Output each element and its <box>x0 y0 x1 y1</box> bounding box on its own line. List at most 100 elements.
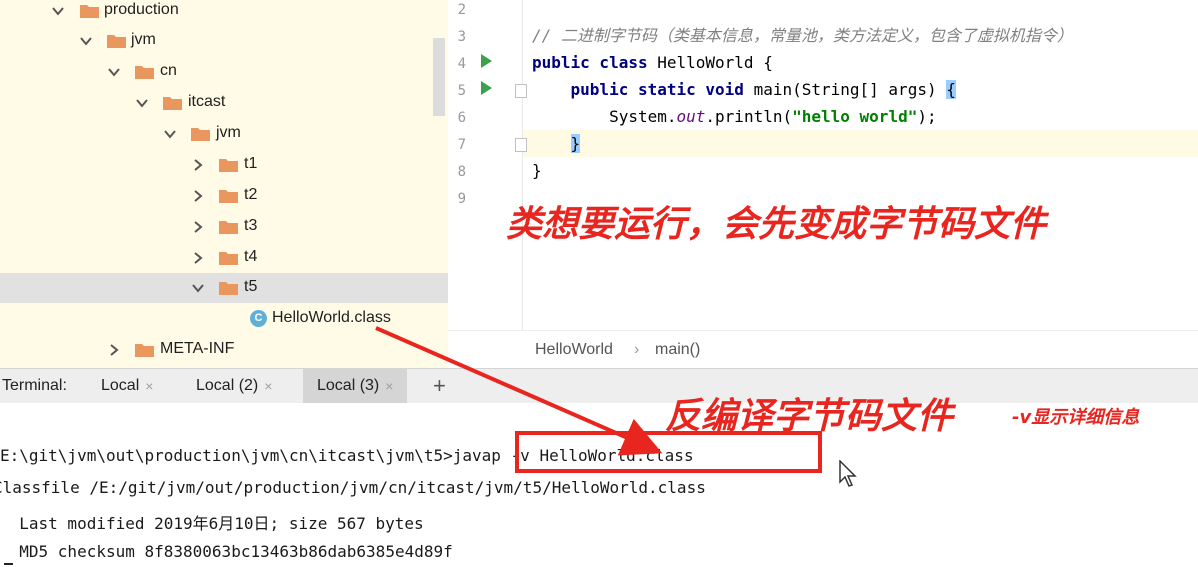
folder-icon <box>107 34 126 48</box>
code-keyword: public class <box>532 53 658 72</box>
tree-item-t4[interactable]: t4 <box>0 243 448 273</box>
chevron-down-icon[interactable] <box>192 282 204 294</box>
tab-local-3[interactable]: Local (3) × <box>303 369 408 403</box>
tree-item-label: cn <box>160 62 177 79</box>
tree-item-label: HelloWorld.class <box>272 309 391 326</box>
add-tab-button[interactable]: + <box>433 369 446 403</box>
matched-brace: { <box>946 80 956 99</box>
chevron-right-icon[interactable] <box>192 221 204 233</box>
chevron-down-icon[interactable] <box>52 5 64 17</box>
code-string: "hello world" <box>792 107 918 126</box>
tree-item-label: jvm <box>216 124 241 141</box>
tree-item-meta-inf[interactable]: META-INF <box>0 335 448 365</box>
line-number: 4 <box>457 56 466 72</box>
terminal-title: Terminal: <box>2 377 67 394</box>
chevron-right-icon[interactable] <box>192 159 204 171</box>
terminal-md5-line: MD5 checksum 8f8380063bc13463b86dab6385e… <box>0 542 453 561</box>
close-icon[interactable]: × <box>145 378 153 394</box>
code-text: System. <box>532 107 677 126</box>
code-text: ); <box>917 107 937 126</box>
code-field: out <box>676 107 706 126</box>
tree-item-production[interactable]: production <box>0 0 448 26</box>
line-number: 9 <box>457 191 466 207</box>
tree-item-label: META-INF <box>160 340 235 357</box>
editor-gutter: 2 3 4 5 6 7 8 9 <box>448 0 527 330</box>
terminal-caret <box>4 563 13 565</box>
tree-item-label: t4 <box>244 248 258 265</box>
folder-icon <box>219 281 238 295</box>
tree-item-label: itcast <box>188 93 226 110</box>
tab-label: Local (3) <box>317 377 380 394</box>
line-number: 3 <box>457 29 466 45</box>
code-line-5: public static void main(String[] args) { <box>532 76 956 103</box>
chevron-down-icon[interactable] <box>80 35 92 47</box>
close-icon[interactable]: × <box>264 378 272 394</box>
code-area[interactable]: // 二进制字节码（类基本信息，常量池，类方法定义，包含了虚拟机指令） publ… <box>532 0 1198 330</box>
folder-icon <box>219 158 238 172</box>
terminal-tab-bar: Terminal: Local × Local (2) × Local (3) … <box>0 368 1198 404</box>
code-text: main(String[] args) <box>753 80 947 99</box>
tree-scrollbar[interactable] <box>433 38 445 116</box>
terminal-prompt-separator: > <box>443 446 453 465</box>
fold-marker-icon[interactable] <box>515 84 527 98</box>
folder-icon <box>219 220 238 234</box>
run-class-icon[interactable] <box>481 54 492 68</box>
tree-item-helloworld-class[interactable]: C HelloWorld.class <box>0 304 448 334</box>
line-number: 2 <box>457 2 466 18</box>
tree-item-t2[interactable]: t2 <box>0 181 448 211</box>
run-main-icon[interactable] <box>481 81 492 95</box>
line-number: 7 <box>457 137 466 153</box>
tab-local[interactable]: Local × <box>91 369 163 403</box>
tree-item-t1[interactable]: t1 <box>0 150 448 180</box>
close-icon[interactable]: × <box>385 378 393 394</box>
folder-icon <box>135 343 154 357</box>
tree-item-t5[interactable]: t5 <box>0 273 448 303</box>
editor-breadcrumb: HelloWorld › main() <box>448 330 1198 369</box>
code-line-6: System.out.println("hello world"); <box>532 103 937 130</box>
command-highlight-box <box>515 431 822 473</box>
breadcrumb-class[interactable]: HelloWorld <box>535 341 613 359</box>
tree-item-jvm-inner[interactable]: jvm <box>0 119 448 149</box>
terminal-prompt: E:\git\jvm\out\production\jvm\cn\itcast\… <box>0 446 444 465</box>
chevron-right-icon[interactable] <box>108 344 120 356</box>
chevron-right-icon[interactable] <box>192 190 204 202</box>
tree-item-label: jvm <box>131 31 156 48</box>
annotation-compile-note: 类想要运行，会先变成字节码文件 <box>506 204 1047 245</box>
tree-item-label: t1 <box>244 155 258 172</box>
chevron-down-icon[interactable] <box>136 97 148 109</box>
tree-item-cn[interactable]: cn <box>0 57 448 87</box>
line-number: 6 <box>457 110 466 126</box>
tree-item-label: production <box>104 1 179 18</box>
code-text: } <box>532 161 542 180</box>
breadcrumb-separator: › <box>634 341 640 358</box>
tree-item-itcast[interactable]: itcast <box>0 88 448 118</box>
code-line-4: public class HelloWorld { <box>532 49 773 76</box>
tab-local-2[interactable]: Local (2) × <box>186 369 282 403</box>
tree-item-label: t2 <box>244 186 258 203</box>
folder-icon <box>163 96 182 110</box>
terminal-modified-line: Last modified 2019年6月10日; size 567 bytes <box>0 514 424 533</box>
tree-item-label: t3 <box>244 217 258 234</box>
line-number: 8 <box>457 164 466 180</box>
fold-marker-icon[interactable] <box>515 138 527 152</box>
chevron-down-icon[interactable] <box>108 66 120 78</box>
tree-item-jvm[interactable]: jvm <box>0 26 448 56</box>
tree-item-label: t5 <box>244 278 258 295</box>
code-comment: // 二进制字节码（类基本信息，常量池，类方法定义，包含了虚拟机指令） <box>532 26 1073 45</box>
chevron-right-icon[interactable] <box>192 252 204 264</box>
mouse-cursor-icon <box>839 460 857 487</box>
breadcrumb-method[interactable]: main() <box>655 341 700 359</box>
code-line-8: } <box>532 157 542 184</box>
tree-item-t3[interactable]: t3 <box>0 212 448 242</box>
code-editor[interactable]: 2 3 4 5 6 7 8 9 // 二进制字节码（类基本信息，常量池，类方法定… <box>448 0 1198 369</box>
code-line-7: } <box>532 130 581 157</box>
chevron-down-icon[interactable] <box>164 128 176 140</box>
folder-icon <box>80 4 99 18</box>
folder-icon <box>219 251 238 265</box>
code-line-3: // 二进制字节码（类基本信息，常量池，类方法定义，包含了虚拟机指令） <box>532 22 1073 49</box>
folder-icon <box>135 65 154 79</box>
terminal-classfile-line: Classfile /E:/git/jvm/out/production/jvm… <box>0 478 706 497</box>
tab-label: Local (2) <box>196 377 259 394</box>
